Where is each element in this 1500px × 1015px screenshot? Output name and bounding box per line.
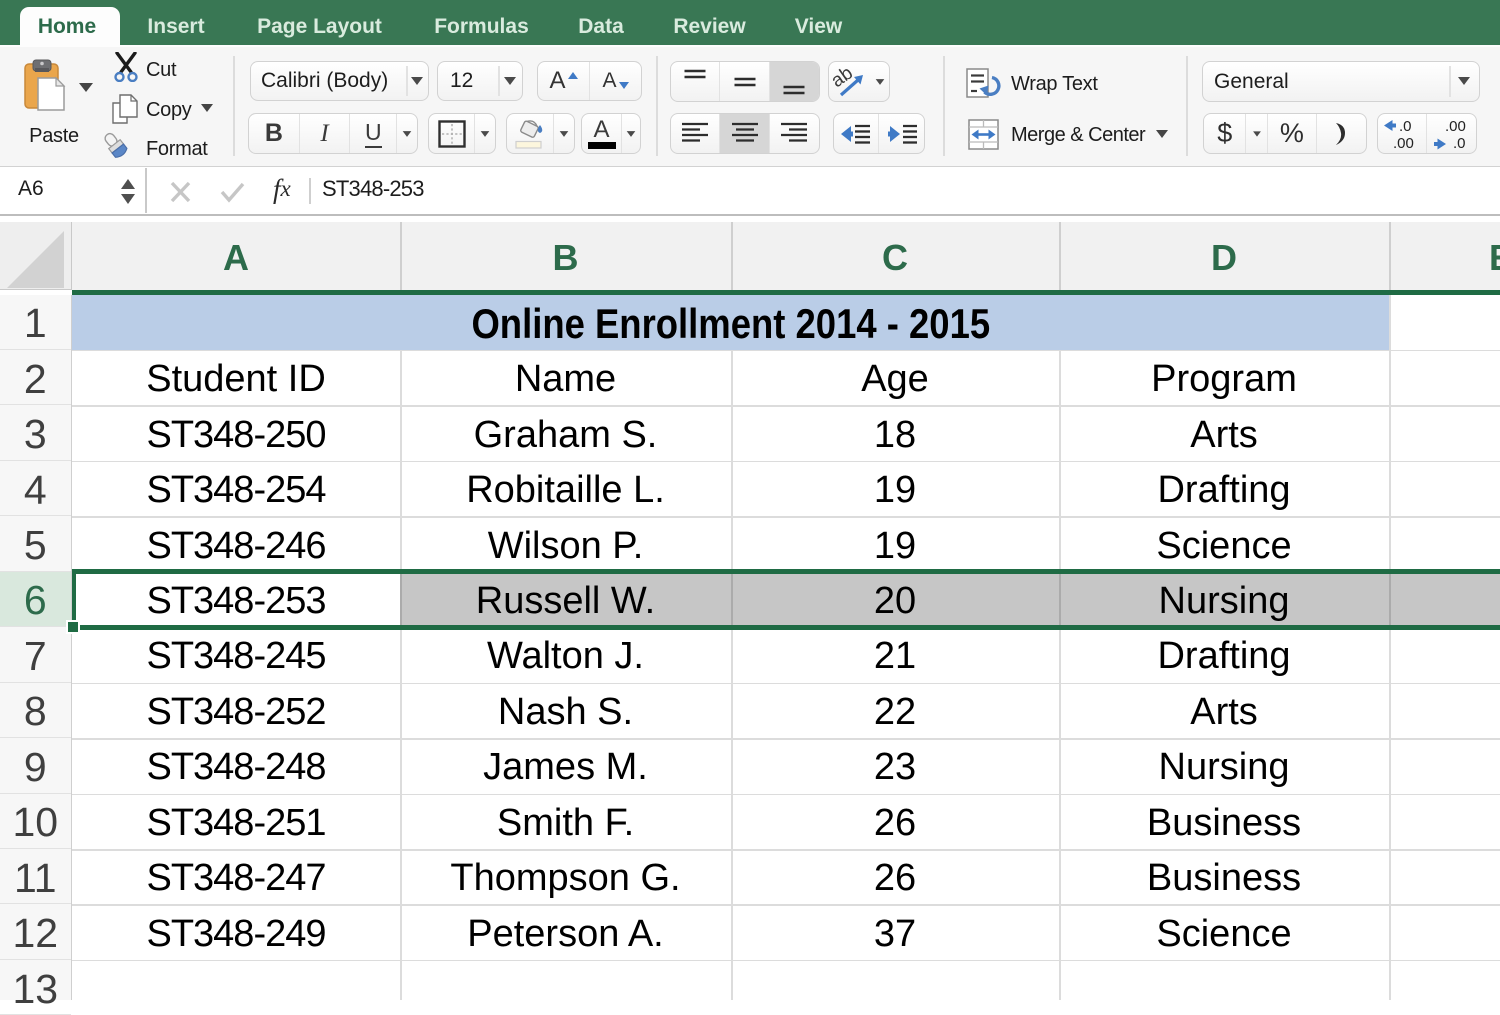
svg-text:ab: ab <box>832 62 857 91</box>
svg-text:.0: .0 <box>1453 135 1466 152</box>
svg-text:.0: .0 <box>1399 118 1412 135</box>
svg-text:.00: .00 <box>1393 135 1414 152</box>
svg-text:.00: .00 <box>1445 118 1466 135</box>
